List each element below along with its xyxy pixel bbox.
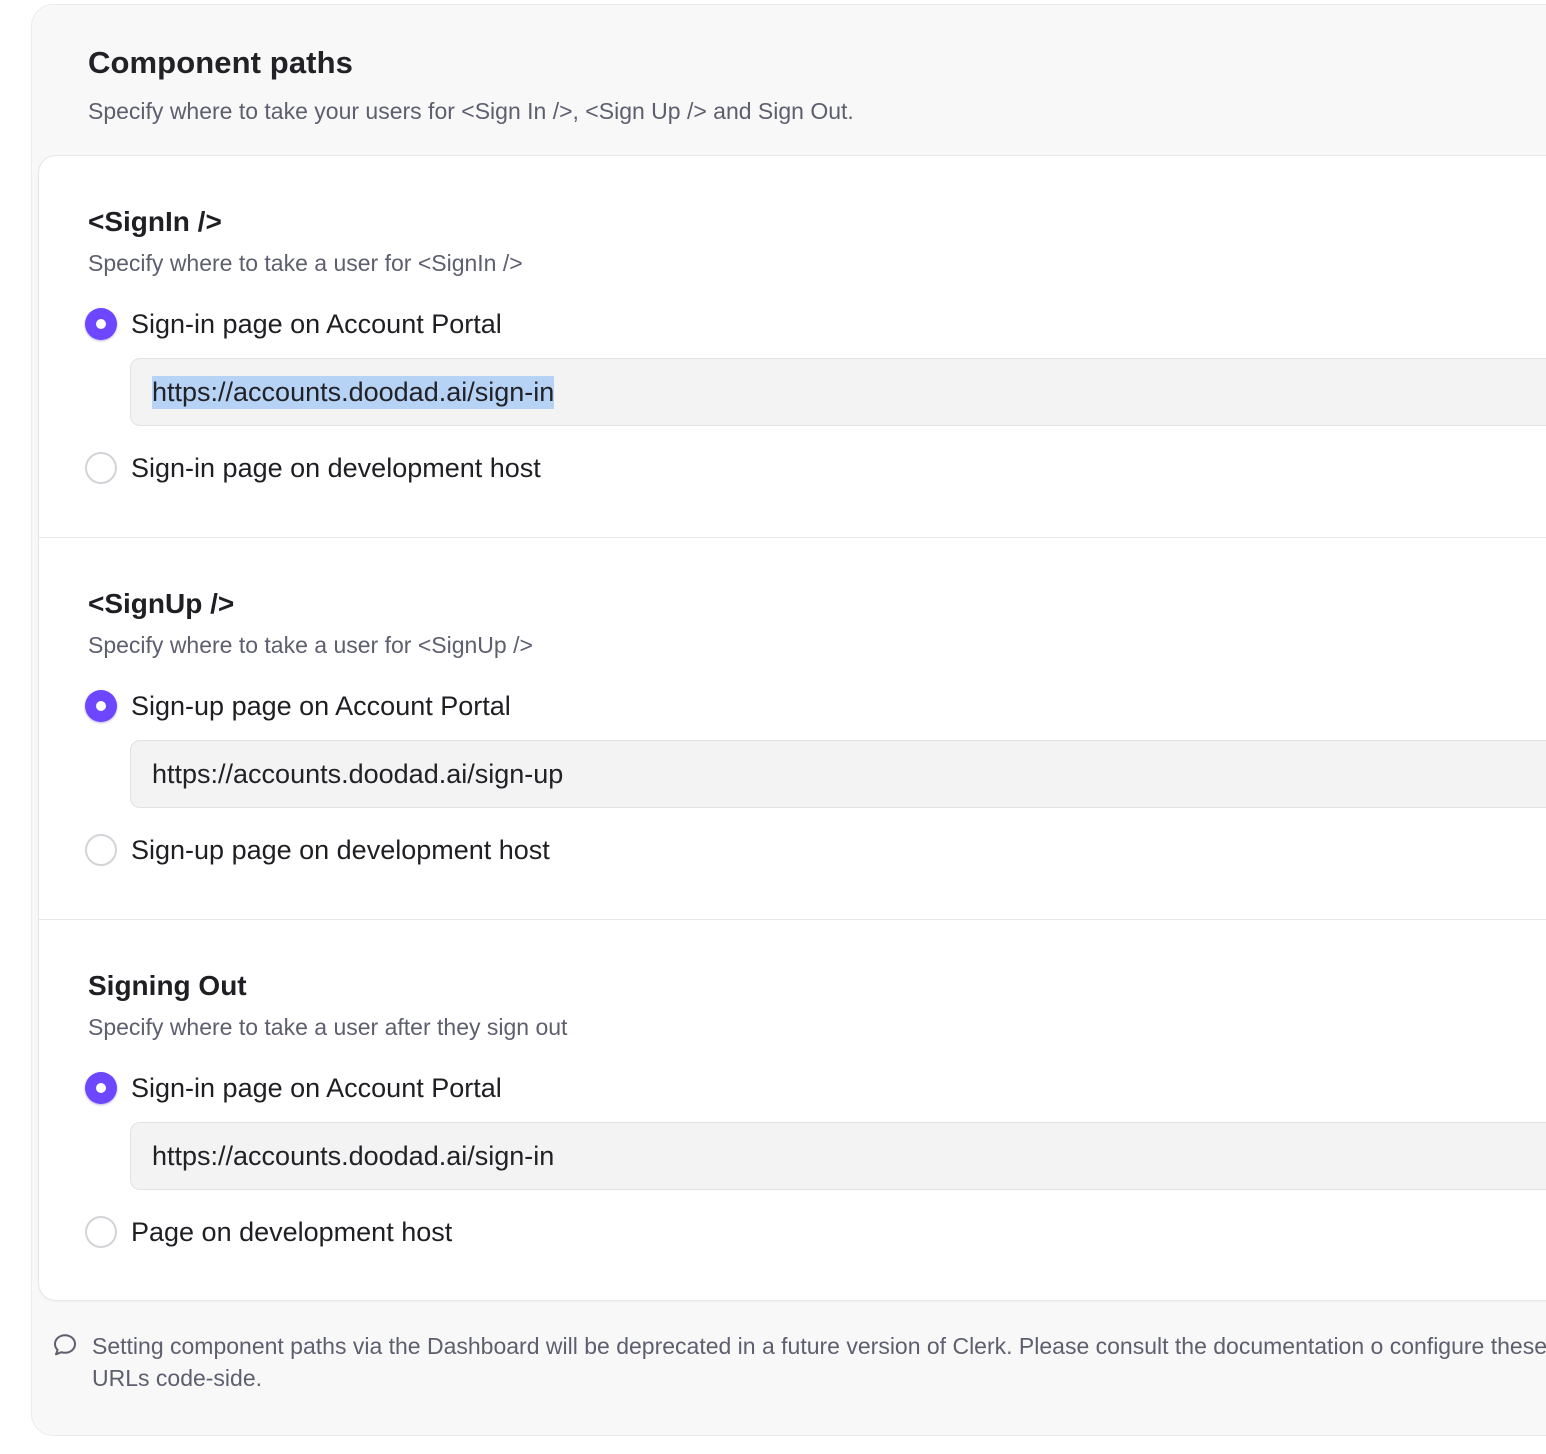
notice-text: Setting component paths via the Dashboar… — [92, 1333, 1546, 1391]
message-bubble-icon — [52, 1332, 78, 1358]
signup-url-field[interactable]: https://accounts.doodad.ai/sign-up — [130, 740, 1546, 808]
option-label: Page on development host — [131, 1216, 453, 1247]
panel-title: Component paths — [88, 45, 353, 80]
signin-url-field[interactable]: https://accounts.doodad.ai/sign-in — [130, 358, 1546, 426]
section-description: Specify where to take a user for <SignUp… — [88, 632, 533, 658]
section-title: <SignIn /> — [88, 206, 222, 237]
signout-development-host-option[interactable]: Page on development host — [85, 1214, 452, 1250]
radio-unchecked[interactable] — [85, 834, 117, 866]
option-label: Sign-in page on development host — [131, 452, 541, 483]
radio-checked[interactable] — [85, 308, 117, 340]
signup-development-host-option[interactable]: Sign-up page on development host — [85, 832, 550, 868]
signin-section: <SignIn /> Specify where to take a user … — [39, 156, 1546, 538]
option-label: Sign-in page on Account Portal — [131, 1072, 502, 1103]
signin-account-portal-option[interactable]: Sign-in page on Account Portal — [85, 306, 502, 342]
component-paths-card: <SignIn /> Specify where to take a user … — [38, 155, 1546, 1301]
option-label: Sign-up page on development host — [131, 834, 550, 865]
section-description: Specify where to take a user after they … — [88, 1014, 568, 1040]
signout-url-field[interactable]: https://accounts.doodad.ai/sign-in — [130, 1122, 1546, 1190]
option-label: Sign-up page on Account Portal — [131, 690, 511, 721]
signout-account-portal-option[interactable]: Sign-in page on Account Portal — [85, 1070, 502, 1106]
radio-unchecked[interactable] — [85, 1216, 117, 1248]
section-title: Signing Out — [88, 970, 247, 1001]
signin-development-host-option[interactable]: Sign-in page on development host — [85, 450, 541, 486]
radio-checked[interactable] — [85, 690, 117, 722]
radio-unchecked[interactable] — [85, 452, 117, 484]
signup-account-portal-option[interactable]: Sign-up page on Account Portal — [85, 688, 511, 724]
signup-section: <SignUp /> Specify where to take a user … — [39, 538, 1546, 920]
panel-subtitle: Specify where to take your users for <Si… — [88, 98, 854, 124]
component-paths-panel: Component paths Specify where to take yo… — [31, 4, 1546, 1436]
url-value: https://accounts.doodad.ai/sign-in — [152, 375, 555, 409]
option-label: Sign-in page on Account Portal — [131, 308, 502, 339]
radio-checked[interactable] — [85, 1072, 117, 1104]
url-value: https://accounts.doodad.ai/sign-in — [152, 1140, 555, 1171]
section-title: <SignUp /> — [88, 588, 235, 619]
section-description: Specify where to take a user for <SignIn… — [88, 250, 523, 276]
url-value: https://accounts.doodad.ai/sign-up — [152, 758, 564, 789]
signout-section: Signing Out Specify where to take a user… — [39, 920, 1546, 1302]
